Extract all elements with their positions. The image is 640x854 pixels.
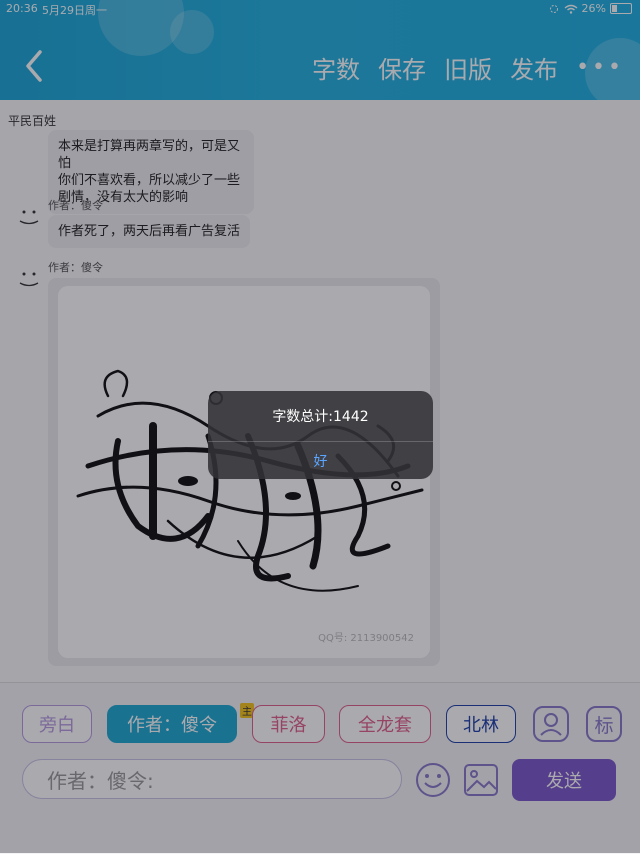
word-count-alert: 字数总计:1442 好 (208, 391, 433, 479)
alert-ok-button[interactable]: 好 (208, 442, 433, 479)
alert-message: 字数总计:1442 (272, 409, 369, 425)
